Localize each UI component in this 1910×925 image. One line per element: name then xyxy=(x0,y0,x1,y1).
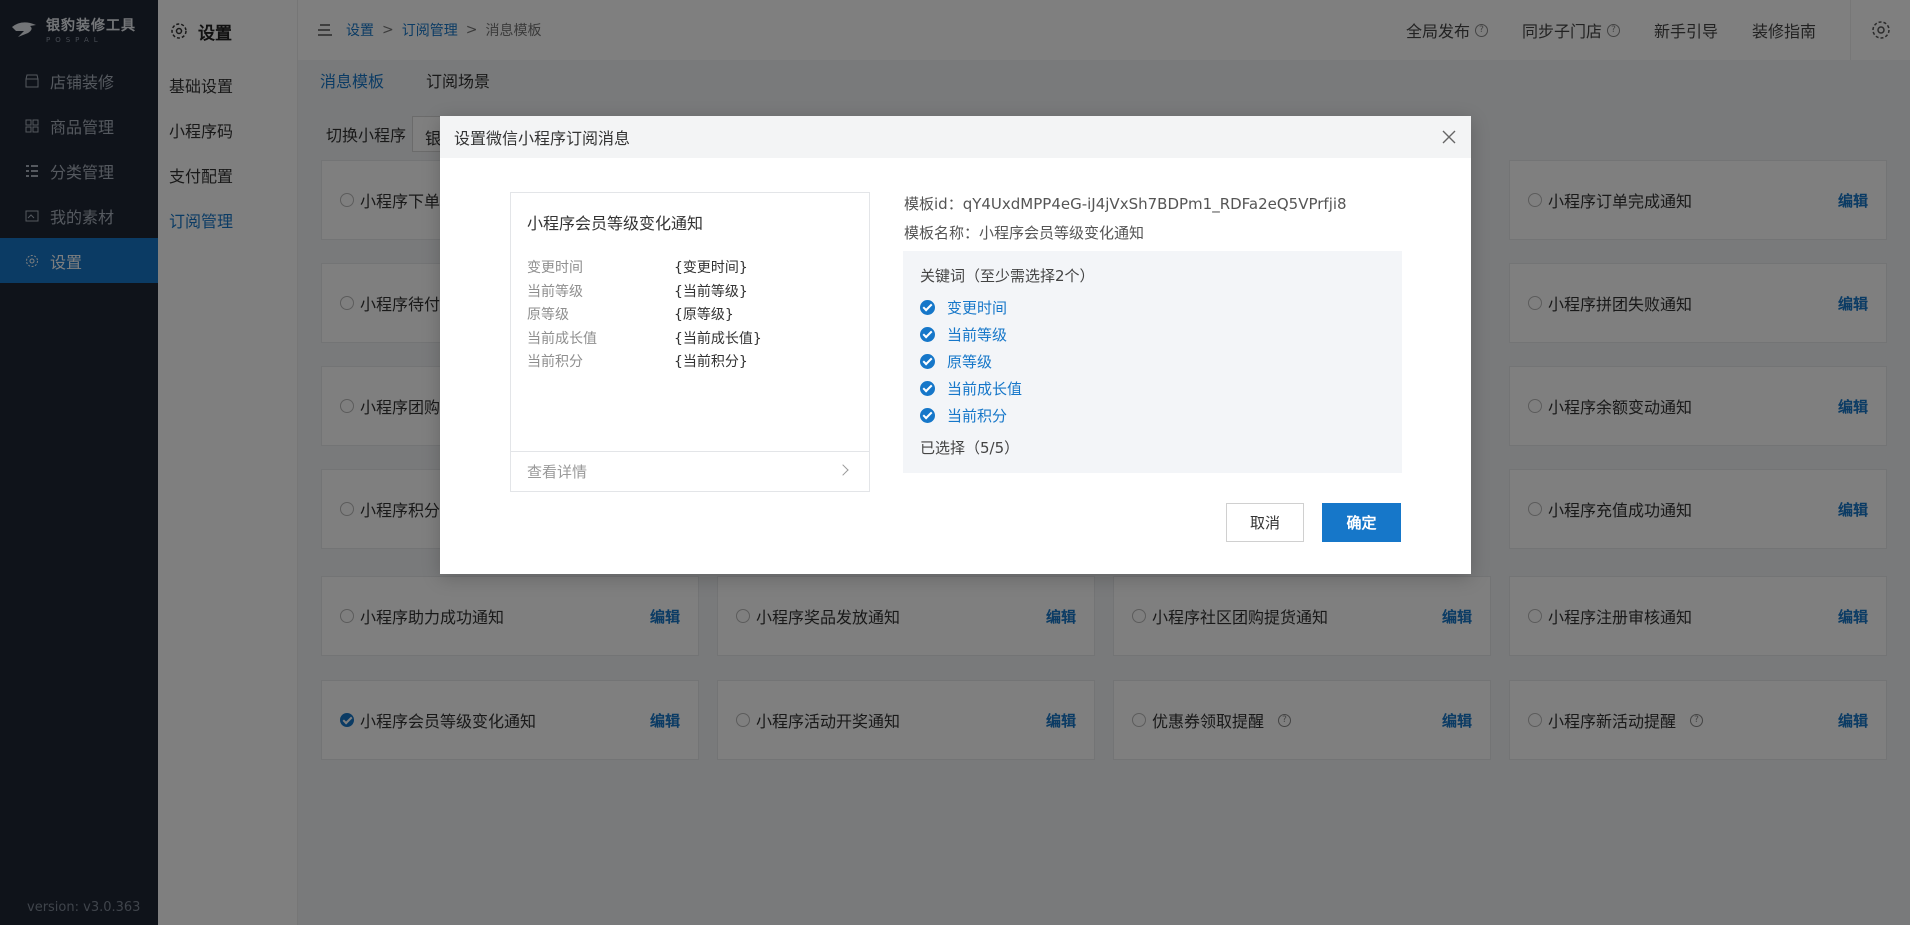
view-details-label: 查看详情 xyxy=(527,463,588,481)
keyword-label: 当前积分 xyxy=(947,407,1008,425)
chevron-right-icon xyxy=(837,464,849,476)
preview-title: 小程序会员等级变化通知 xyxy=(527,214,704,233)
preview-row: 变更时间 {变更时间} xyxy=(527,257,853,281)
checkbox-checked-icon xyxy=(920,354,935,369)
selected-count: 已选择（5/5） xyxy=(920,439,1020,457)
checkbox-checked-icon xyxy=(920,408,935,423)
keyword-checkbox[interactable]: 当前积分 xyxy=(920,402,1385,429)
preview-row: 原等级 {原等级} xyxy=(527,304,853,328)
template-info: 模板id：qY4UxdMPP4eG-iJ4jVxSh7BDPm1_RDFa2eQ… xyxy=(904,190,1347,248)
checkbox-checked-icon xyxy=(920,327,935,342)
modal-header: 设置微信小程序订阅消息 xyxy=(440,116,1471,158)
keyword-label: 原等级 xyxy=(947,353,993,371)
keyword-label: 当前成长值 xyxy=(947,380,1023,398)
keyword-checkbox[interactable]: 原等级 xyxy=(920,348,1385,375)
keyword-checkbox[interactable]: 当前成长值 xyxy=(920,375,1385,402)
preview-key: 当前积分 xyxy=(527,354,583,370)
keywords-box: 关键词（至少需选择2个） 变更时间 当前等级 原等级 当前成长值 当前积分 已选… xyxy=(903,251,1402,473)
subscription-modal: 设置微信小程序订阅消息 小程序会员等级变化通知 变更时间 {变更时间} 当前等级 {… xyxy=(440,116,1471,574)
preview-row: 当前等级 {当前等级} xyxy=(527,281,853,305)
preview-row: 当前积分 {当前积分} xyxy=(527,351,853,375)
preview-value: {变更时间} xyxy=(674,260,748,276)
close-icon[interactable] xyxy=(1441,129,1457,145)
keyword-label: 当前等级 xyxy=(947,326,1008,344)
preview-row: 当前成长值 {当前成长值} xyxy=(527,328,853,352)
keywords-title: 关键词（至少需选择2个） xyxy=(920,267,1095,285)
keyword-checkbox[interactable]: 当前等级 xyxy=(920,321,1385,348)
template-name: 模板名称：小程序会员等级变化通知 xyxy=(904,224,1145,242)
preview-value: {当前等级} xyxy=(674,283,748,300)
preview-key: 当前等级 xyxy=(527,283,583,300)
preview-value: {原等级} xyxy=(674,307,734,323)
keyword-label: 变更时间 xyxy=(947,299,1008,317)
checkbox-checked-icon xyxy=(920,381,935,396)
preview-value: {当前积分} xyxy=(674,354,748,370)
preview-key: 变更时间 xyxy=(527,260,583,276)
preview-key: 当前成长值 xyxy=(527,330,597,347)
preview-value: {当前成长值} xyxy=(674,330,762,347)
template-id: 模板id：qY4UxdMPP4eG-iJ4jVxSh7BDPm1_RDFa2eQ… xyxy=(904,195,1347,213)
cancel-button[interactable]: 取消 xyxy=(1226,503,1304,542)
preview-key: 原等级 xyxy=(527,307,569,323)
view-details-link[interactable]: 查看详情 xyxy=(511,451,869,491)
checkbox-checked-icon xyxy=(920,300,935,315)
confirm-button[interactable]: 确定 xyxy=(1322,503,1401,542)
message-preview: 小程序会员等级变化通知 变更时间 {变更时间} 当前等级 {当前等级} 原等级 {原等… xyxy=(510,192,870,492)
keyword-checkbox[interactable]: 变更时间 xyxy=(920,294,1385,321)
modal-title: 设置微信小程序订阅消息 xyxy=(454,129,631,148)
